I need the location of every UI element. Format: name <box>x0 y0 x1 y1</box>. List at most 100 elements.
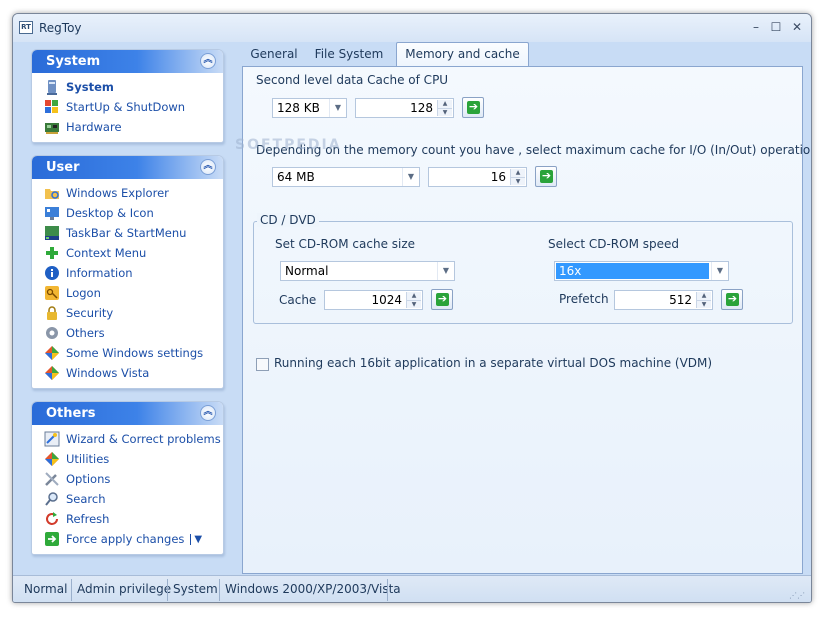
chevron-down-icon[interactable]: ▼ <box>711 262 728 280</box>
status-separator <box>167 579 168 601</box>
cd-speed-combo[interactable]: 16x ▼ <box>554 261 729 281</box>
l2-cache-combo-value: 128 KB <box>277 101 320 115</box>
group-others-title: Others <box>46 406 96 421</box>
prefetch-spinner-value: 512 <box>669 293 692 307</box>
cache-label: Cache <box>279 293 317 307</box>
collapse-icon[interactable]: ︽ <box>200 53 216 69</box>
green-arrow-icon: ➔ <box>540 169 553 183</box>
title-bar[interactable]: RT RegToy – ☐ ✕ <box>13 14 811 42</box>
l2-cache-combo[interactable]: 128 KB ▼ <box>272 98 347 118</box>
tab-general[interactable]: General <box>242 43 306 65</box>
resize-grip-icon[interactable]: ⋰⋰ <box>789 591 805 600</box>
sidebar-item-label: Some Windows settings <box>66 346 204 360</box>
sidebar-item-security[interactable]: Security <box>44 303 223 323</box>
sidebar-item-taskbar-startmenu[interactable]: TaskBar & StartMenu <box>44 223 223 243</box>
cd-dvd-legend: CD / DVD <box>257 213 319 227</box>
tab-memory-and-cache[interactable]: Memory and cache <box>396 42 529 66</box>
spin-down-icon[interactable]: ▼ <box>407 300 421 308</box>
cd-cache-size-combo[interactable]: Normal ▼ <box>280 261 455 281</box>
sidebar-item-label: Logon <box>66 286 101 300</box>
group-user-header[interactable]: User ︽ <box>32 156 223 179</box>
spin-down-icon[interactable]: ▼ <box>438 108 452 116</box>
status-separator <box>387 579 388 601</box>
search-icon <box>44 491 60 507</box>
status-separator <box>71 579 72 601</box>
vdm-checkbox[interactable] <box>256 358 269 371</box>
sidebar-item-context-menu[interactable]: Context Menu <box>44 243 223 263</box>
minimize-button[interactable]: – <box>747 19 765 35</box>
window-title: RegToy <box>39 21 82 35</box>
spin-up-icon[interactable]: ▲ <box>407 292 421 300</box>
sidebar-item-windows-explorer[interactable]: Windows Explorer <box>44 183 223 203</box>
diamond-icon <box>44 365 60 381</box>
status-bar: Normal Admin privilege System Windows 20… <box>13 575 811 602</box>
apply-cd-cache-button[interactable]: ➔ <box>431 289 453 310</box>
sidebar-item-utilities[interactable]: Utilities <box>44 449 223 469</box>
windows-flag-icon <box>44 99 60 115</box>
wizard-icon <box>44 431 60 447</box>
group-system: System ︽ System StartUp & ShutDown Hardw… <box>31 49 224 143</box>
sidebar-item-search[interactable]: Search <box>44 489 223 509</box>
cd-cache-spinner[interactable]: 1024 ▲ ▼ <box>324 290 423 310</box>
sidebar-item-system[interactable]: System <box>44 77 223 97</box>
lock-icon <box>44 305 60 321</box>
sidebar-item-label: Search <box>66 492 106 506</box>
green-arrow-icon: ➔ <box>467 100 480 114</box>
apply-prefetch-button[interactable]: ➔ <box>721 289 743 310</box>
chevron-down-icon[interactable]: ▼ <box>402 168 419 186</box>
l2-cache-spinner[interactable]: 128 ▲ ▼ <box>355 98 454 118</box>
sidebar-item-refresh[interactable]: Refresh <box>44 509 223 529</box>
status-section: System <box>173 582 218 596</box>
sidebar-item-desktop-icon[interactable]: Desktop & Icon <box>44 203 223 223</box>
sidebar-item-windows-vista[interactable]: Windows Vista <box>44 363 223 383</box>
spin-down-icon[interactable]: ▼ <box>511 177 525 185</box>
sidebar-item-hardware[interactable]: Hardware <box>44 117 223 137</box>
app-window: RT RegToy – ☐ ✕ System ︽ System StartUp … <box>12 13 812 603</box>
sidebar-item-label: Security <box>66 306 114 320</box>
sidebar-item-label: StartUp & ShutDown <box>66 100 186 114</box>
io-cache-spinner[interactable]: 16 ▲ ▼ <box>428 167 527 187</box>
sidebar-item-label: Hardware <box>66 120 122 134</box>
refresh-icon <box>44 511 60 527</box>
cd-speed-label: Select CD-ROM speed <box>548 237 679 251</box>
l2-cache-label: Second level data Cache of CPU <box>256 73 449 87</box>
group-others-header[interactable]: Others ︽ <box>32 402 223 425</box>
sidebar-item-label: Force apply changes <box>66 532 185 546</box>
group-system-header[interactable]: System ︽ <box>32 50 223 73</box>
plus-icon <box>44 245 60 261</box>
sidebar-item-wizard[interactable]: Wizard & Correct problems <box>44 429 223 449</box>
spin-down-icon[interactable]: ▼ <box>697 300 711 308</box>
sidebar-item-others[interactable]: Others <box>44 323 223 343</box>
diamond-icon <box>44 451 60 467</box>
group-others: Others ︽ Wizard & Correct problems Utili… <box>31 401 224 555</box>
vdm-checkbox-label[interactable]: Running each 16bit application in a sepa… <box>274 356 712 370</box>
collapse-icon[interactable]: ︽ <box>200 405 216 421</box>
maximize-button[interactable]: ☐ <box>767 19 785 35</box>
chevron-down-icon[interactable]: ▼ <box>437 262 454 280</box>
prefetch-label: Prefetch <box>559 292 609 306</box>
apply-io-cache-button[interactable]: ➔ <box>535 166 557 187</box>
sidebar-item-options[interactable]: Options <box>44 469 223 489</box>
chevron-down-icon[interactable]: ▼ <box>329 99 346 117</box>
prefetch-spinner[interactable]: 512 ▲ ▼ <box>614 290 713 310</box>
apply-l2-cache-button[interactable]: ➔ <box>462 97 484 118</box>
io-cache-combo[interactable]: 64 MB ▼ <box>272 167 420 187</box>
status-separator <box>219 579 220 601</box>
sidebar-item-some-windows-settings[interactable]: Some Windows settings <box>44 343 223 363</box>
sidebar-item-startup-shutdown[interactable]: StartUp & ShutDown <box>44 97 223 117</box>
sidebar-item-logon[interactable]: Logon <box>44 283 223 303</box>
status-os: Windows 2000/XP/2003/Vista <box>225 582 401 596</box>
spin-up-icon[interactable]: ▲ <box>438 100 452 108</box>
sidebar-item-information[interactable]: Information <box>44 263 223 283</box>
sidebar-item-force-apply[interactable]: Force apply changes ▼ <box>44 529 223 549</box>
collapse-icon[interactable]: ︽ <box>200 159 216 175</box>
hardware-icon <box>44 119 60 135</box>
close-button[interactable]: ✕ <box>788 19 806 35</box>
tools-icon <box>44 471 60 487</box>
spin-up-icon[interactable]: ▲ <box>697 292 711 300</box>
spin-up-icon[interactable]: ▲ <box>511 169 525 177</box>
group-system-title: System <box>46 54 101 69</box>
tab-file-system[interactable]: File System <box>306 43 392 65</box>
force-apply-dropdown-button[interactable]: ▼ <box>190 533 202 545</box>
sidebar-item-label: Refresh <box>66 512 110 526</box>
